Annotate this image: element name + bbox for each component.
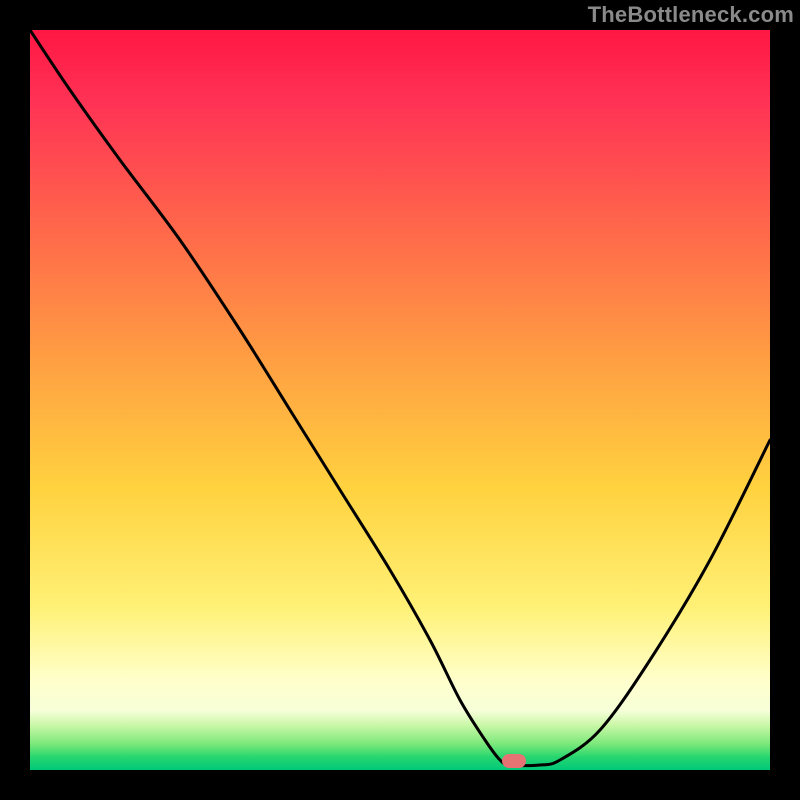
chart-frame: TheBottleneck.com — [0, 0, 800, 800]
plot-area — [30, 30, 770, 770]
optimal-point-marker — [502, 754, 526, 768]
bottleneck-curve — [30, 30, 770, 770]
watermark-label: TheBottleneck.com — [588, 2, 794, 28]
